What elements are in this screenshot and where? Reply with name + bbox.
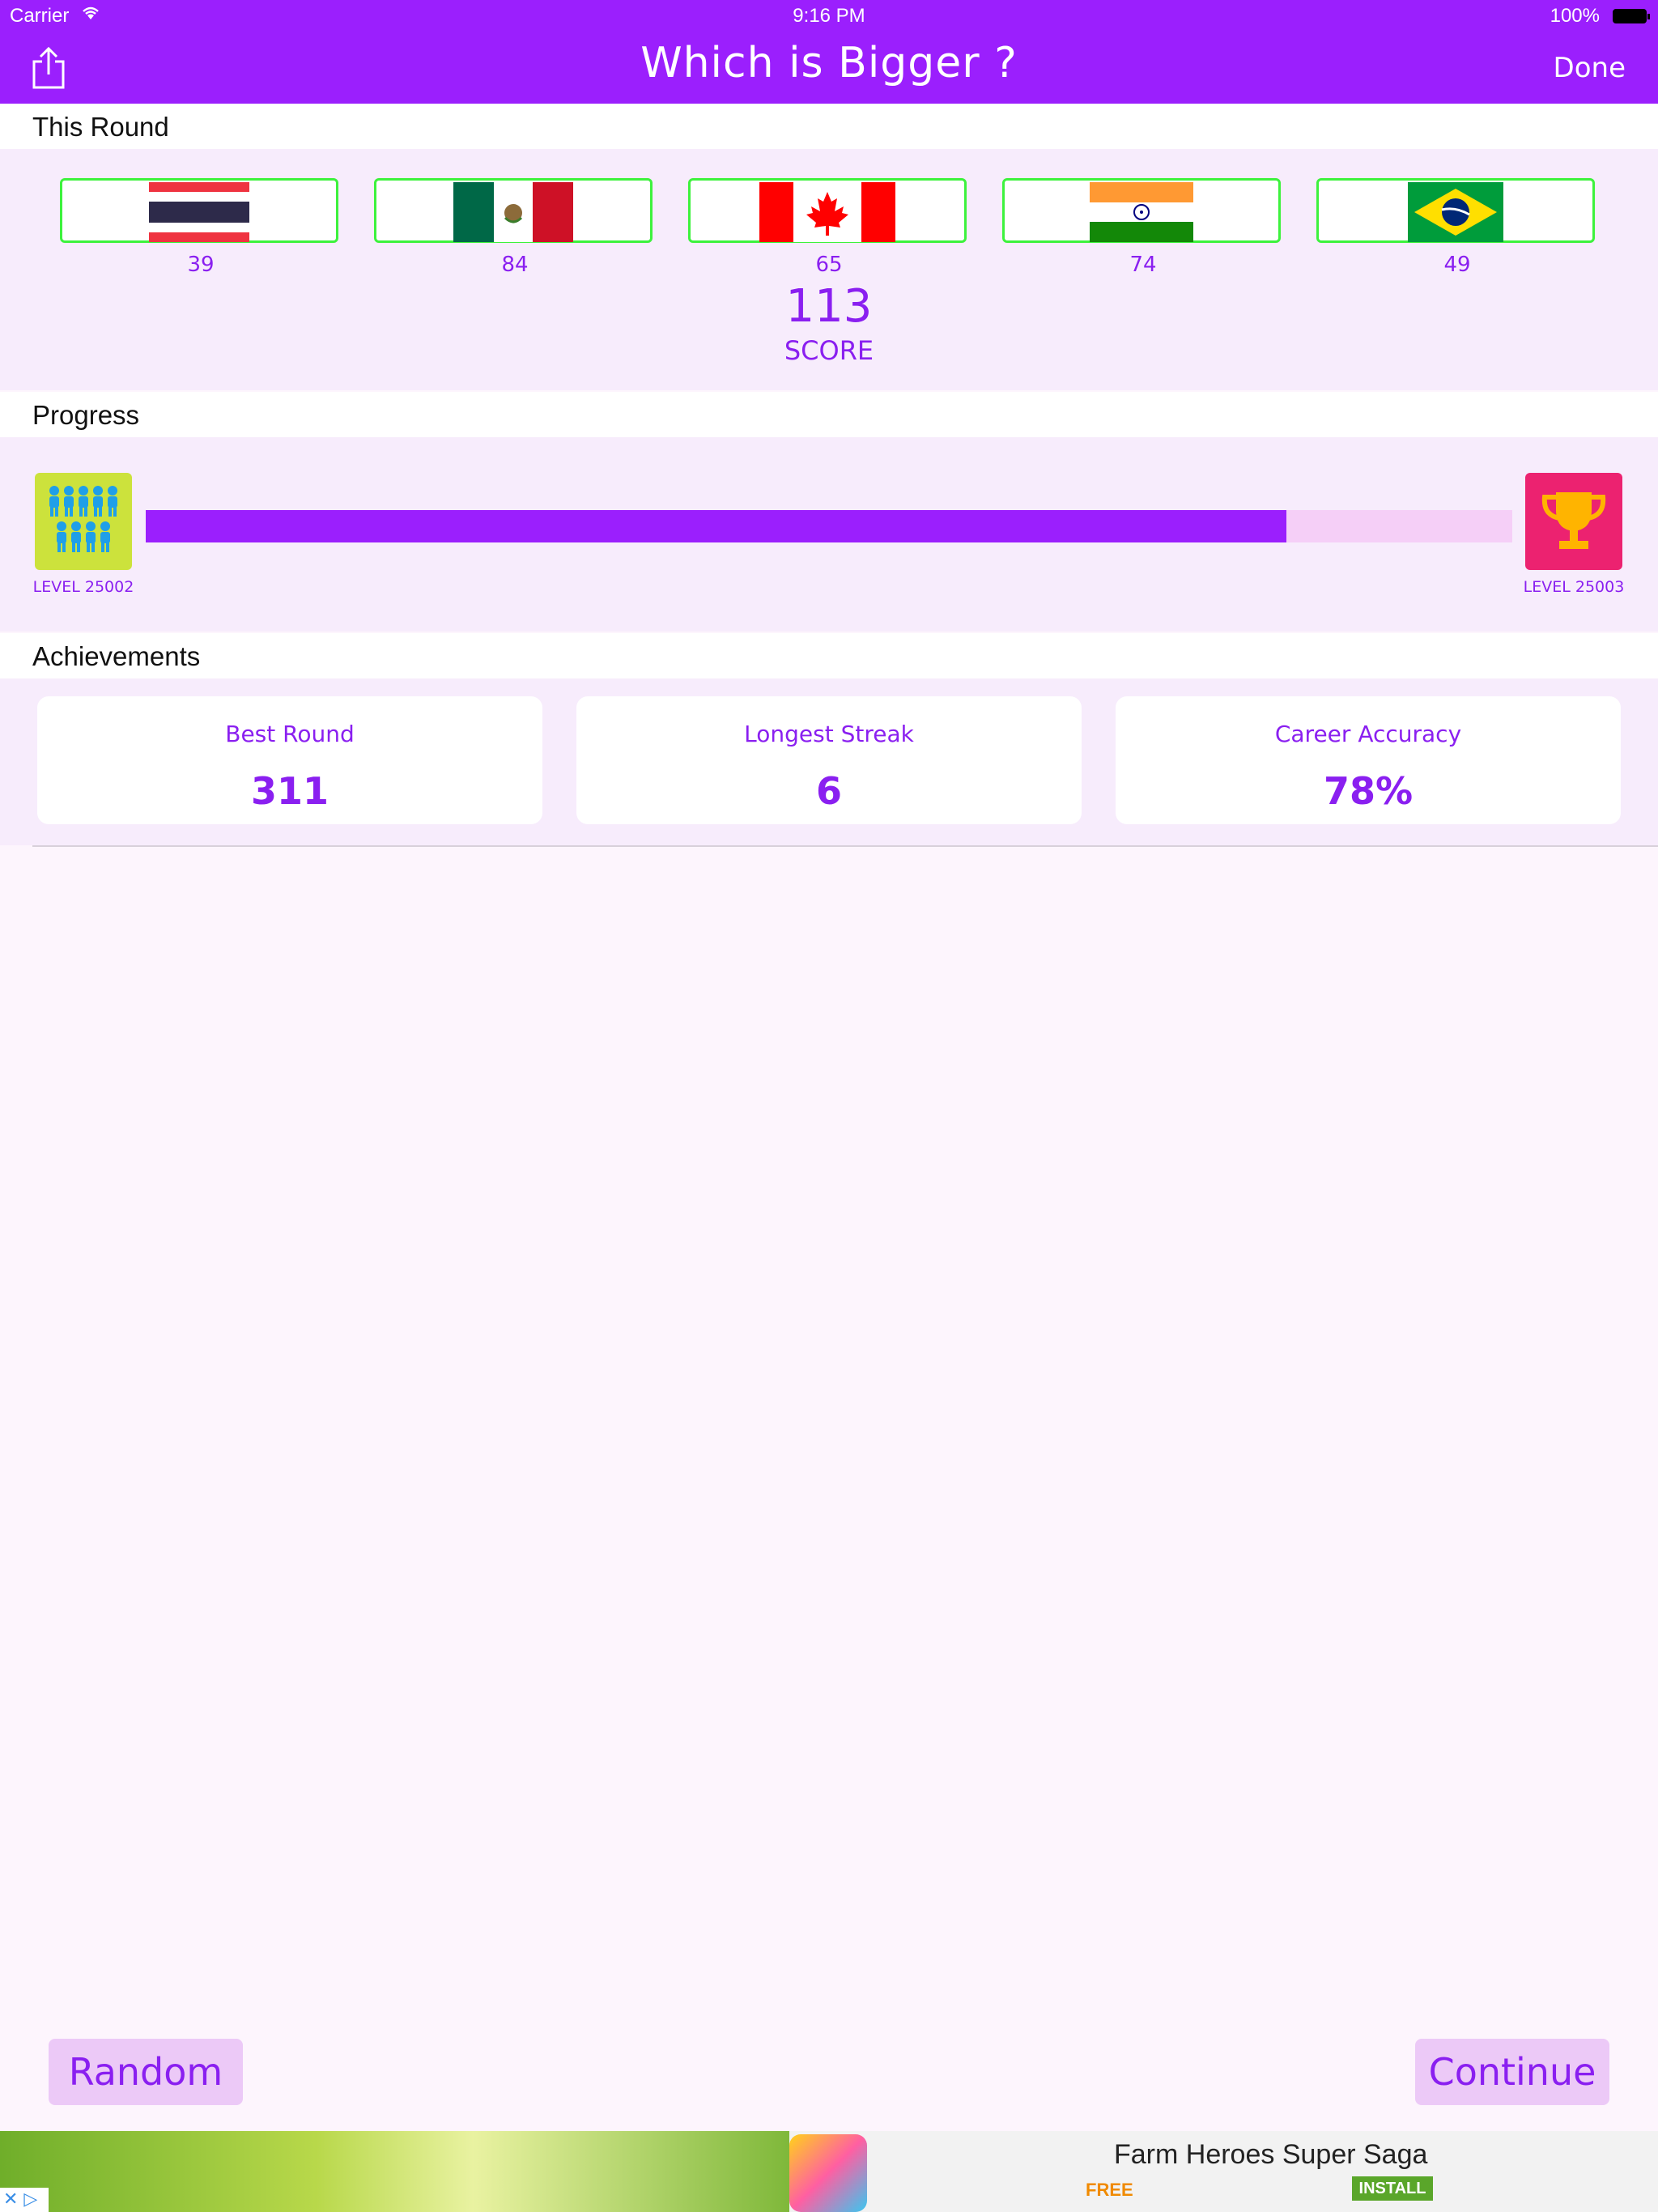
career-accuracy-card: Career Accuracy 78% — [1116, 696, 1621, 824]
achievement-value: 6 — [815, 769, 842, 813]
score-label: SCORE — [784, 335, 874, 366]
progress-header: Progress — [0, 392, 1658, 437]
app-icon[interactable] — [789, 2134, 867, 2212]
flag-button[interactable] — [688, 178, 967, 243]
canada-flag-icon — [759, 182, 895, 242]
achievement-value: 78% — [1323, 769, 1414, 813]
nav-bar: Which is Bigger ? Done — [0, 32, 1658, 104]
achievement-value: 311 — [250, 769, 329, 813]
round-score: 113 — [785, 280, 873, 333]
flag-item-india: 74 — [1002, 178, 1284, 277]
divider — [32, 845, 1658, 847]
flag-button[interactable] — [60, 178, 338, 243]
flag-value: 84 — [501, 253, 529, 277]
clock-time: 9:16 PM — [793, 5, 865, 27]
people-group-icon — [35, 473, 132, 570]
random-button[interactable]: Random — [49, 2039, 243, 2105]
india-flag-icon — [1090, 182, 1193, 242]
longest-streak-card: Longest Streak 6 — [576, 696, 1082, 824]
achievement-label: Longest Streak — [744, 721, 914, 747]
flag-value: 65 — [815, 253, 843, 277]
ad-choices-icon[interactable]: ✕ ▷ — [0, 2188, 49, 2212]
trophy-icon — [1525, 473, 1622, 570]
flag-value: 49 — [1443, 253, 1471, 277]
flag-button[interactable] — [1316, 178, 1595, 243]
section-title: Progress — [32, 400, 140, 430]
flag-item-brazil: 49 — [1316, 178, 1598, 277]
section-title: This Round — [32, 112, 169, 142]
flag-value: 39 — [187, 253, 215, 277]
best-round-card: Best Round 311 — [37, 696, 542, 824]
ad-price: FREE — [1086, 2180, 1133, 2200]
achievement-label: Best Round — [225, 721, 355, 747]
battery-icon — [1613, 9, 1650, 23]
progress-fill — [146, 510, 1287, 542]
brazil-flag-icon — [1408, 182, 1503, 242]
next-level-label: LEVEL 25003 — [1523, 578, 1625, 596]
level-progress-bar — [146, 510, 1512, 542]
achievement-label: Career Accuracy — [1274, 721, 1462, 747]
section-title: Achievements — [32, 641, 201, 671]
continue-button[interactable]: Continue — [1415, 2039, 1609, 2105]
ad-banner[interactable]: ✕ ▷ Farm Heroes Super Saga FREE INSTALL — [0, 2131, 1658, 2212]
done-button[interactable]: Done — [1554, 52, 1626, 84]
flag-button[interactable] — [1002, 178, 1281, 243]
ad-image[interactable] — [0, 2131, 789, 2212]
thailand-flag-icon — [149, 182, 249, 242]
ad-title: Farm Heroes Super Saga — [1114, 2139, 1428, 2170]
achievements-header: Achievements — [0, 633, 1658, 678]
flag-item-mexico: 84 — [374, 178, 656, 277]
this-round-header: This Round — [0, 104, 1658, 149]
flag-button[interactable] — [374, 178, 653, 243]
page-title: Which is Bigger ? — [640, 39, 1018, 87]
flag-value: 74 — [1129, 253, 1157, 277]
flag-item-canada: 65 — [688, 178, 970, 277]
mexico-flag-icon — [453, 182, 573, 242]
battery-percent: 100% — [1550, 5, 1600, 27]
flag-item-thailand: 39 — [60, 178, 342, 277]
install-button[interactable]: INSTALL — [1352, 2176, 1433, 2201]
status-bar: Carrier 9:16 PM 100% — [0, 0, 1658, 32]
current-level-label: LEVEL 25002 — [32, 578, 134, 596]
